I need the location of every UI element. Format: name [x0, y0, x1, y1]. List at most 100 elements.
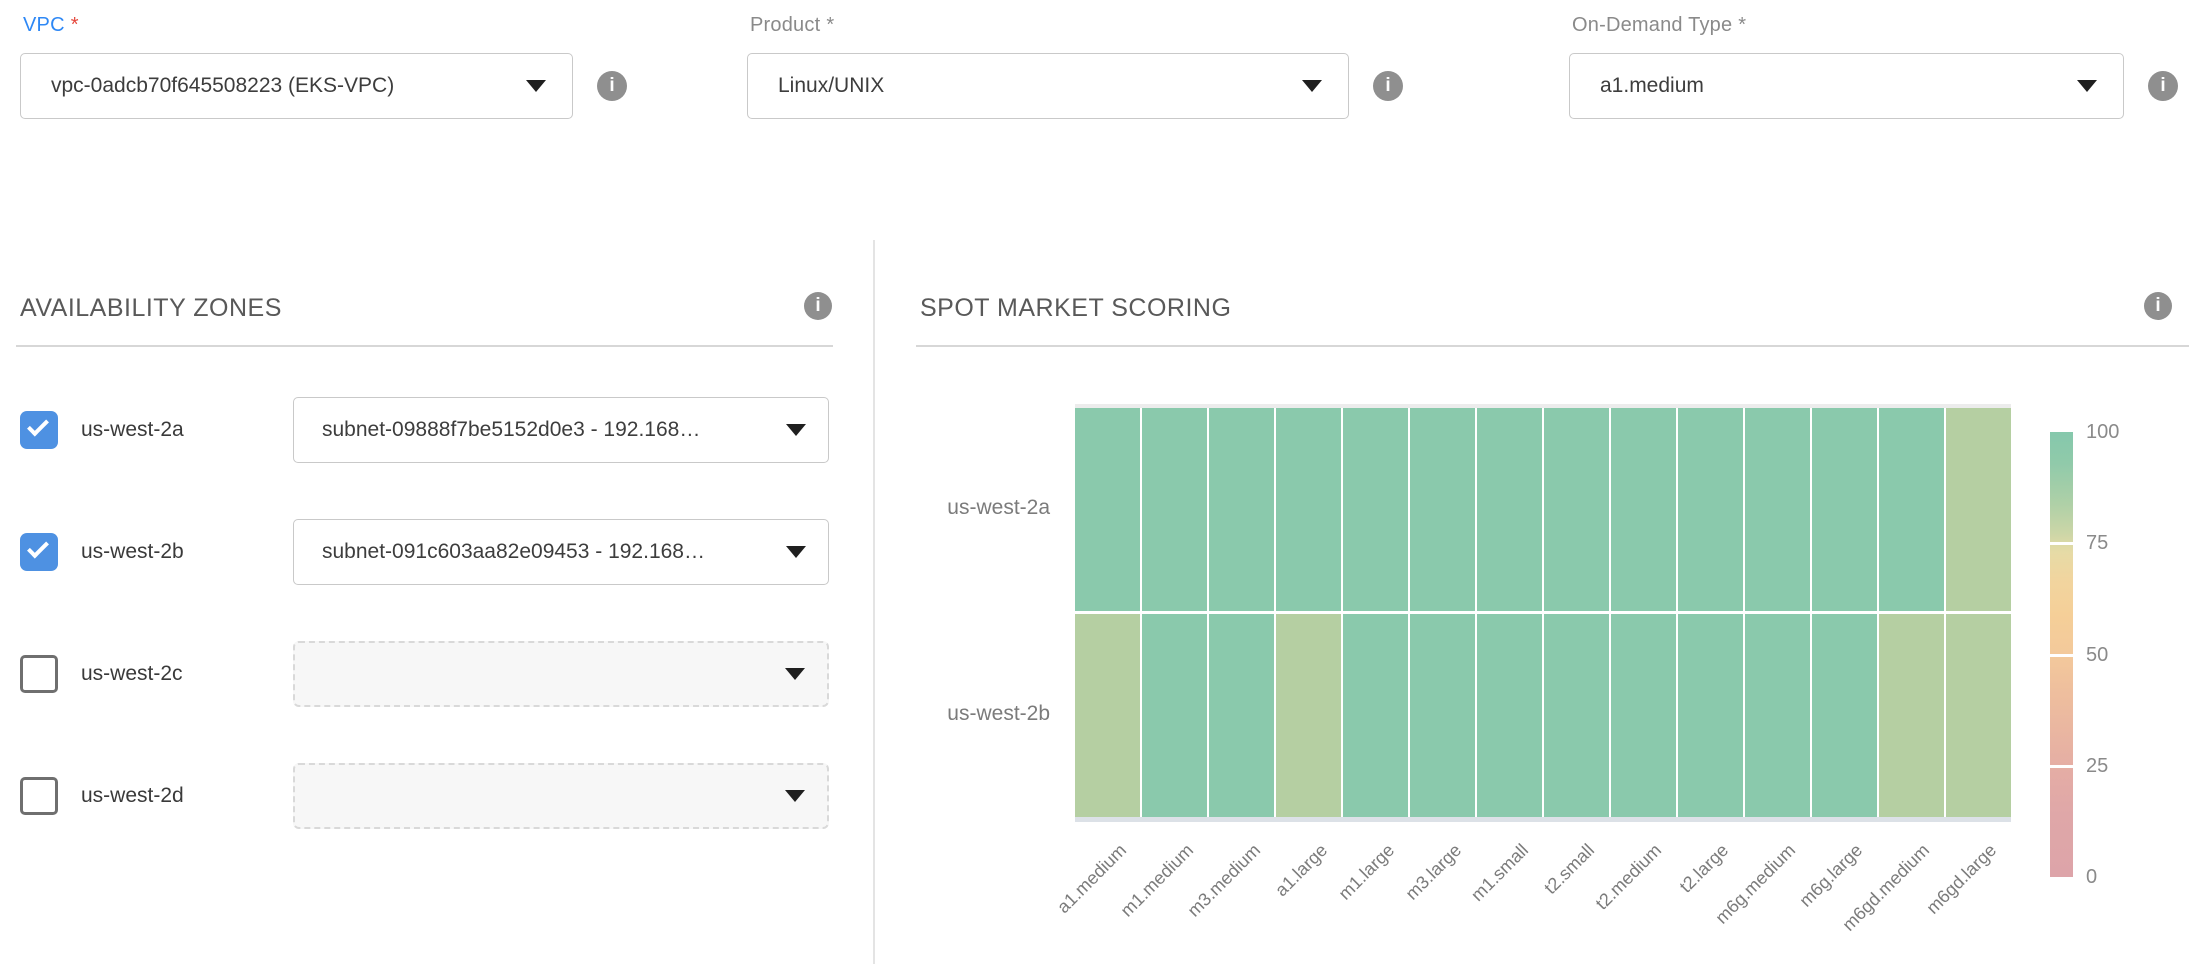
zone-label: us-west-2d	[81, 763, 184, 829]
field-label-text: VPC	[23, 14, 65, 36]
availability-zones-title: AVAILABILITY ZONES	[20, 294, 282, 323]
subnet-select[interactable]	[293, 641, 829, 707]
info-glyph: i	[1385, 75, 1390, 97]
info-glyph: i	[2160, 75, 2165, 97]
info-icon[interactable]: i	[2144, 292, 2172, 320]
heatmap-cell[interactable]	[1678, 408, 1743, 611]
heatmap-cell[interactable]	[1812, 614, 1877, 817]
heatmap-cell[interactable]	[1343, 408, 1408, 611]
heatmap-cell[interactable]	[1946, 408, 2011, 611]
heatmap-x-label: t2.large	[1676, 840, 1733, 897]
form-field-vpc: VPC* vpc-0adcb70f645508223 (EKS-VPC) i	[20, 14, 627, 119]
heatmap-cell[interactable]	[1879, 614, 1944, 817]
heatmap-cell[interactable]	[1410, 614, 1475, 817]
info-glyph: i	[2155, 295, 2160, 317]
heatmap-cell[interactable]	[1544, 614, 1609, 817]
heatmap-colorbar	[2050, 432, 2073, 877]
heatmap-x-label: t2.medium	[1592, 840, 1666, 914]
field-label: On-Demand Type *	[1572, 14, 2178, 37]
heatmap-cell[interactable]	[1276, 614, 1341, 817]
heatmap-cell[interactable]	[1678, 614, 1743, 817]
zone-checkbox[interactable]	[20, 533, 58, 571]
heatmap-cell[interactable]	[1879, 408, 1944, 611]
subnet-select-value: subnet-09888f7be5152d0e3 - 192.168…	[322, 418, 700, 442]
info-glyph: i	[609, 75, 614, 97]
heatmap-cell[interactable]	[1477, 408, 1542, 611]
zone-checkbox[interactable]	[20, 777, 58, 815]
colorbar-tick-label: 0	[2086, 865, 2097, 889]
heatmap-cell[interactable]	[1745, 408, 1810, 611]
form-field-on-demand-type: On-Demand Type * a1.medium i	[1569, 14, 2178, 119]
heatmap-cell[interactable]	[1812, 408, 1877, 611]
colorbar-tick-label: 25	[2086, 754, 2108, 778]
info-icon[interactable]: i	[1373, 71, 1403, 101]
heatmap-cell[interactable]	[1544, 408, 1609, 611]
heatmap-cell[interactable]	[1477, 614, 1542, 817]
heatmap-x-labels: a1.mediumm1.mediumm3.mediuma1.largem1.la…	[1075, 840, 2011, 964]
zone-label: us-west-2a	[81, 397, 184, 463]
heatmap-x-label: m1.large	[1334, 840, 1398, 904]
heatmap-cell[interactable]	[1410, 408, 1475, 611]
availability-zones-header: AVAILABILITY ZONES i	[20, 294, 832, 323]
heatmap-x-label: m1.small	[1467, 840, 1533, 906]
heatmap-cell[interactable]	[1075, 614, 1140, 817]
field-label-text: On-Demand Type	[1572, 14, 1732, 36]
heatmap-cell[interactable]	[1611, 614, 1676, 817]
on-demand-type-select[interactable]: a1.medium	[1569, 53, 2124, 119]
zone-checkbox[interactable]	[20, 411, 58, 449]
field-label: VPC*	[23, 14, 627, 37]
az-row: us-west-2b subnet-091c603aa82e09453 - 192…	[0, 519, 875, 585]
heatmap-cell[interactable]	[1209, 614, 1274, 817]
product-select[interactable]: Linux/UNIX	[747, 53, 1349, 119]
chevron-down-icon	[785, 790, 805, 802]
zone-checkbox[interactable]	[20, 655, 58, 693]
field-label: Product *	[750, 14, 1403, 37]
heatmap-cell[interactable]	[1745, 614, 1810, 817]
heatmap-cell[interactable]	[1142, 408, 1207, 611]
check-icon	[27, 415, 49, 437]
colorbar-tick	[2050, 654, 2073, 657]
info-icon[interactable]: i	[804, 292, 832, 320]
heatmap-cell[interactable]	[1209, 408, 1274, 611]
heatmap-cell[interactable]	[1946, 614, 2011, 817]
heatmap-cell[interactable]	[1611, 408, 1676, 611]
colorbar-tick	[2050, 542, 2073, 545]
vpc-select[interactable]: vpc-0adcb70f645508223 (EKS-VPC)	[20, 53, 573, 119]
colorbar-tick	[2050, 765, 2073, 768]
product-select-value: Linux/UNIX	[778, 74, 884, 98]
heatmap-x-label: m6gd.large	[1922, 840, 2001, 919]
info-icon[interactable]: i	[597, 71, 627, 101]
vpc-select-value: vpc-0adcb70f645508223 (EKS-VPC)	[51, 74, 394, 98]
zone-label: us-west-2b	[81, 519, 184, 585]
subnet-select[interactable]	[293, 763, 829, 829]
az-rows: us-west-2a subnet-09888f7be5152d0e3 - 192…	[0, 397, 875, 885]
check-icon	[27, 537, 49, 559]
spot-market-scoring-divider	[916, 345, 2189, 347]
heatmap-cell[interactable]	[1142, 614, 1207, 817]
required-asterisk: *	[1738, 14, 1746, 36]
az-row: us-west-2c	[0, 641, 875, 707]
field-label-text: Product	[750, 14, 820, 36]
availability-zones-divider	[16, 345, 833, 347]
colorbar-labels: 1007550250	[2086, 432, 2156, 877]
az-row: us-west-2a subnet-09888f7be5152d0e3 - 192…	[0, 397, 875, 463]
heatmap-x-label: m6g.large	[1795, 840, 1866, 911]
colorbar-tick-label: 100	[2086, 420, 2119, 444]
chevron-down-icon	[1302, 80, 1322, 92]
info-icon[interactable]: i	[2148, 71, 2178, 101]
heatmap-x-label: m3.large	[1401, 840, 1465, 904]
subnet-select[interactable]: subnet-091c603aa82e09453 - 192.168…	[293, 519, 829, 585]
spot-market-scoring-header: SPOT MARKET SCORING i	[920, 294, 2172, 323]
colorbar-tick-label: 50	[2086, 643, 2108, 667]
heatmap-cell[interactable]	[1276, 408, 1341, 611]
subnet-select[interactable]: subnet-09888f7be5152d0e3 - 192.168…	[293, 397, 829, 463]
colorbar-tick-label: 75	[2086, 531, 2108, 555]
subnet-select-value: subnet-091c603aa82e09453 - 192.168…	[322, 540, 705, 564]
chevron-down-icon	[785, 668, 805, 680]
required-asterisk: *	[826, 14, 834, 36]
heatmap-x-label: a1.large	[1271, 840, 1332, 901]
heatmap-cell[interactable]	[1343, 614, 1408, 817]
chevron-down-icon	[2077, 80, 2097, 92]
heatmap-grid	[1075, 408, 2011, 817]
heatmap-cell[interactable]	[1075, 408, 1140, 611]
